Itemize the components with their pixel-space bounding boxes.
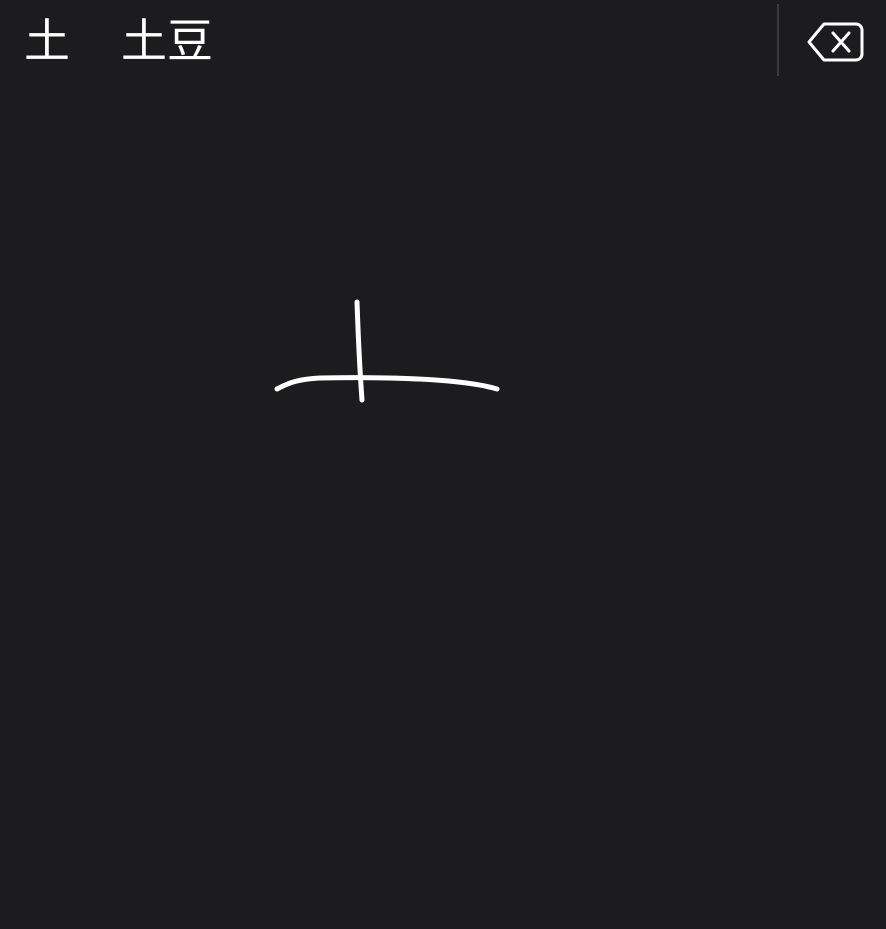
candidate-item[interactable]: 土 (24, 12, 70, 70)
candidate-item[interactable]: 土豆 (121, 12, 213, 70)
candidate-divider (777, 4, 779, 76)
stroke-horizontal (274, 375, 500, 392)
delete-left-icon (807, 22, 864, 62)
handwriting-strokes (274, 299, 500, 403)
handwriting-keyboard: 土 土豆 (0, 0, 886, 929)
candidate-bar: 土 土豆 (0, 0, 886, 80)
delete-button[interactable] (800, 14, 870, 70)
stroke-vertical (354, 299, 365, 403)
handwriting-canvas[interactable] (0, 80, 886, 929)
